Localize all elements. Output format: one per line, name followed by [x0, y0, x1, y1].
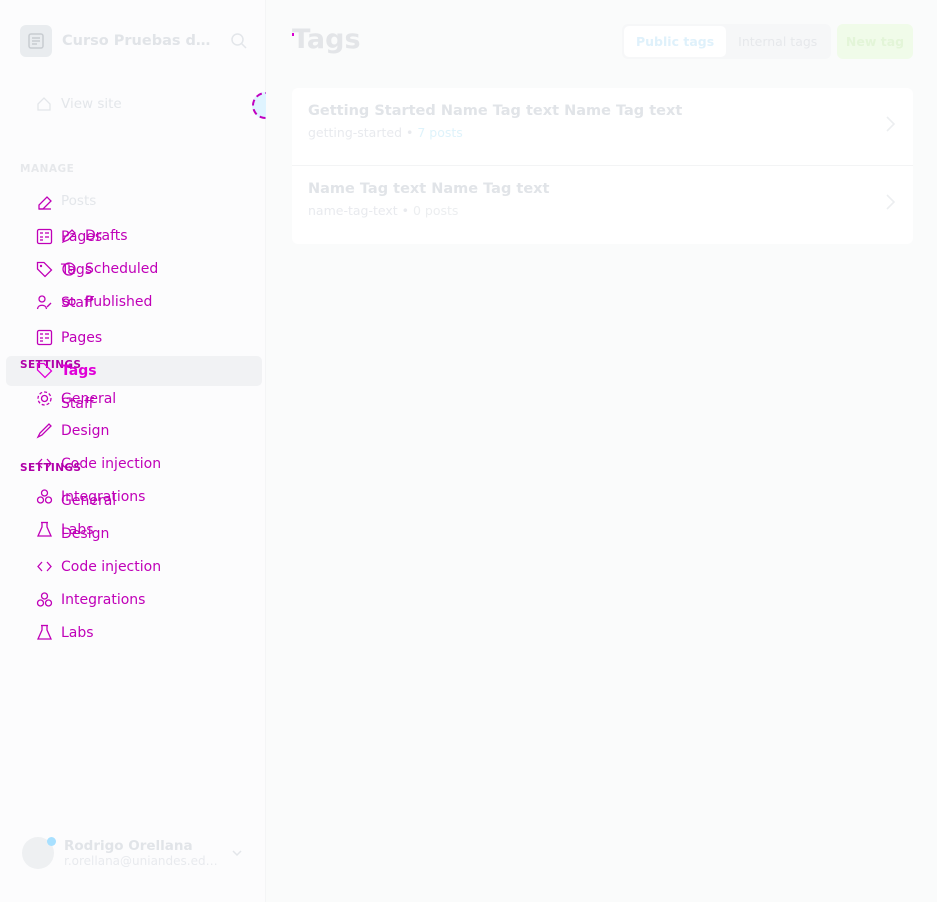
avatar	[22, 837, 56, 869]
sidebar-item-drafts[interactable]: Drafts	[61, 228, 128, 244]
site-icon	[20, 25, 52, 57]
gear-icon	[37, 391, 52, 406]
flask-icon	[36, 624, 53, 640]
sidebar-item-label: Drafts	[85, 228, 128, 244]
tab-internal-tags[interactable]: Internal tags	[726, 26, 829, 57]
user-menu[interactable]: Rodrigo Orellana r.orellana@uniandes.edu…	[22, 833, 252, 873]
chevron-right-icon	[886, 194, 896, 210]
sidebar-item-label: Tags	[61, 362, 97, 379]
sidebar-item-design-target[interactable]: Design	[61, 526, 109, 542]
tag-slug: name-tag-text	[308, 203, 398, 218]
sidebar: Curso Pruebas de ... View site MANAGE Po…	[0, 0, 279, 902]
published-icon	[62, 298, 76, 306]
tag-meta-separator: •	[401, 203, 409, 218]
sidebar-item-design[interactable]: Design	[36, 422, 109, 439]
sidebar-item-label: Staff	[61, 396, 94, 412]
sidebar-item-label: Code injection	[61, 558, 162, 575]
sidebar-item-label: Posts	[61, 193, 97, 209]
search-icon[interactable]	[230, 32, 248, 54]
new-tag-button[interactable]: New tag	[837, 24, 913, 59]
tab-public-tags[interactable]: Public tags	[624, 26, 727, 57]
tag-meta: getting-started • 7 posts	[308, 125, 897, 140]
tag-meta-separator: •	[406, 125, 414, 140]
tag-name: Name Tag text Name Tag text	[308, 181, 550, 197]
table-row[interactable]: Name Tag text Name Tag text name-tag-tex…	[292, 166, 913, 244]
sidebar-item-label: Scheduled	[85, 261, 159, 277]
sidebar-item-scheduled[interactable]: Scheduled	[61, 261, 158, 277]
pen-icon	[38, 196, 52, 210]
sidebar-item-label: Integrations	[61, 591, 146, 608]
sidebar-item-tags-active[interactable]: Tags	[36, 362, 97, 379]
page-title: Tags	[292, 24, 361, 55]
sidebar-item-published[interactable]: Published	[61, 294, 152, 310]
flask-icon	[36, 521, 53, 537]
main-content: Tags Public tags Internal tags New tag G…	[266, 0, 937, 902]
tag-name: Getting Started Name Tag text Name Tag t…	[308, 103, 683, 119]
integrations-icon	[36, 489, 53, 504]
tag-meta: name-tag-text • 0 posts	[308, 203, 897, 218]
brush-icon	[36, 423, 52, 439]
sidebar-item-label: General	[61, 493, 117, 509]
tag-icon	[36, 261, 53, 278]
user-email: r.orellana@uniandes.edu...	[64, 854, 224, 868]
sidebar-item-labs-target[interactable]: Labs	[36, 624, 94, 641]
tag-post-count[interactable]: 0 posts	[413, 203, 458, 218]
pages-icon	[36, 329, 53, 346]
view-site-link[interactable]: View site	[36, 96, 122, 112]
sidebar-item-general-target[interactable]: General	[61, 493, 116, 509]
sidebar-item-staff-target[interactable]: Staff	[61, 396, 94, 412]
pages-icon	[36, 228, 53, 245]
sidebar-item-pages-target[interactable]: Pages	[36, 329, 102, 346]
site-header[interactable]: Curso Pruebas de ...	[20, 25, 260, 57]
sidebar-item-label: Published	[85, 294, 153, 310]
sidebar-item-code-injection-target[interactable]: Code injection	[36, 558, 161, 575]
integrations-icon	[36, 592, 53, 607]
sidebar-item-label: Labs	[61, 624, 94, 641]
home-icon	[37, 97, 51, 111]
posts-icon-ghost	[36, 194, 62, 212]
settings-section-label-target: SETTINGS	[20, 462, 82, 474]
clock-icon	[62, 262, 76, 276]
site-title: Curso Pruebas de ...	[62, 33, 212, 49]
tag-type-toggle: Public tags Internal tags	[622, 24, 832, 59]
staff-icon	[36, 295, 52, 310]
tag-list: Getting Started Name Tag text Name Tag t…	[292, 88, 913, 244]
code-icon	[37, 561, 52, 572]
sidebar-item-label: Design	[61, 526, 110, 542]
sidebar-item-label: Design	[61, 422, 110, 439]
sidebar-item-posts[interactable]: Posts	[61, 193, 96, 209]
tag-icon	[36, 362, 53, 379]
tag-slug: getting-started	[308, 125, 403, 140]
chevron-down-icon	[232, 850, 242, 857]
sidebar-item-label: Pages	[61, 329, 103, 346]
table-row[interactable]: Getting Started Name Tag text Name Tag t…	[292, 88, 913, 166]
user-name: Rodrigo Orellana	[64, 838, 193, 854]
drafts-icon	[61, 229, 76, 244]
sidebar-item-integrations-target[interactable]: Integrations	[36, 591, 145, 608]
view-site-label: View site	[61, 96, 122, 112]
manage-section-label: MANAGE	[20, 163, 75, 175]
tag-post-count[interactable]: 7 posts	[417, 125, 462, 140]
chevron-right-icon	[886, 116, 896, 132]
